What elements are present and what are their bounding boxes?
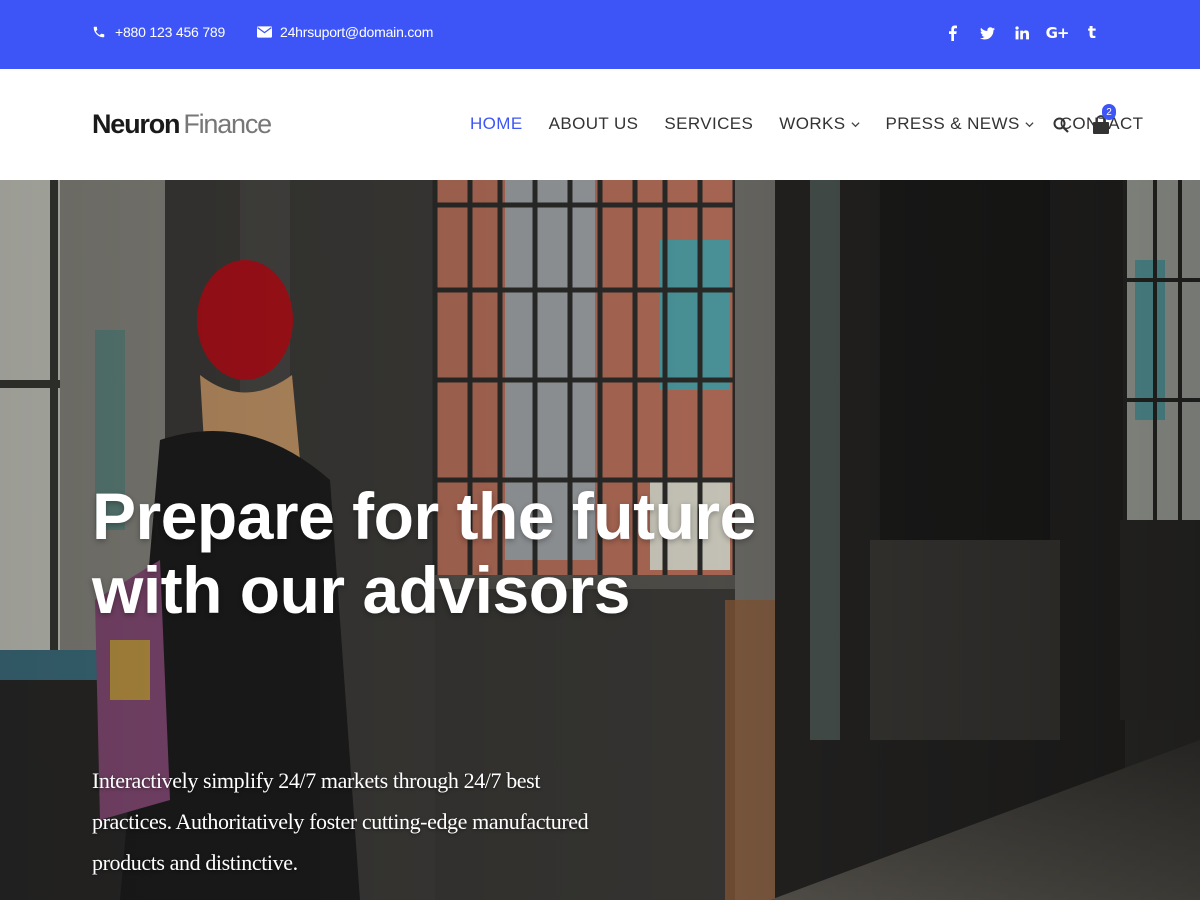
email-contact[interactable]: 24hrsuport@domain.com <box>256 24 433 40</box>
email-address: 24hrsuport@domain.com <box>280 24 434 40</box>
logo-light-text: Finance <box>183 109 272 139</box>
hero-section: Prepare for the future with our advisors… <box>0 180 1200 900</box>
hero-title-line-2: with our advisors <box>92 552 630 627</box>
site-header: Neuron Finance HOME ABOUT US SERVICES WOR… <box>0 69 1200 180</box>
linkedin-icon[interactable] <box>1012 22 1032 44</box>
nav-press-news[interactable]: PRESS & NEWS <box>886 114 1034 134</box>
twitter-icon[interactable] <box>977 22 997 44</box>
google-plus-icon[interactable]: G+ <box>1046 22 1070 44</box>
phone-contact[interactable]: +880 123 456 789 <box>91 24 225 40</box>
envelope-icon <box>256 24 272 40</box>
phone-icon <box>91 24 107 40</box>
nav-services[interactable]: SERVICES <box>664 114 753 134</box>
nav-works-label: WORKS <box>779 114 846 133</box>
social-links: G+ t <box>942 22 1117 44</box>
nav-home[interactable]: HOME <box>470 114 523 134</box>
phone-number: +880 123 456 789 <box>115 24 226 40</box>
hero-title: Prepare for the future with our advisors <box>92 479 792 628</box>
cart-count-badge: 2 <box>1102 104 1116 120</box>
nav-press-label: PRESS & NEWS <box>885 114 1020 133</box>
site-logo[interactable]: Neuron Finance <box>92 109 272 140</box>
tumblr-icon[interactable]: t <box>1082 22 1102 44</box>
facebook-icon[interactable] <box>942 22 962 44</box>
nav-about-us[interactable]: ABOUT US <box>549 114 639 134</box>
logo-bold-text: Neuron <box>92 109 181 139</box>
nav-works[interactable]: WORKS <box>779 114 860 134</box>
hero-description: Interactively simplify 24/7 markets thro… <box>92 768 589 875</box>
search-icon[interactable] <box>1053 117 1069 133</box>
hero-title-line-1: Prepare for the future <box>92 479 756 553</box>
top-bar: +880 123 456 789 24hrsuport@domain.com G… <box>0 0 1200 69</box>
chevron-down-icon <box>850 121 860 127</box>
chevron-down-icon <box>1025 121 1034 127</box>
